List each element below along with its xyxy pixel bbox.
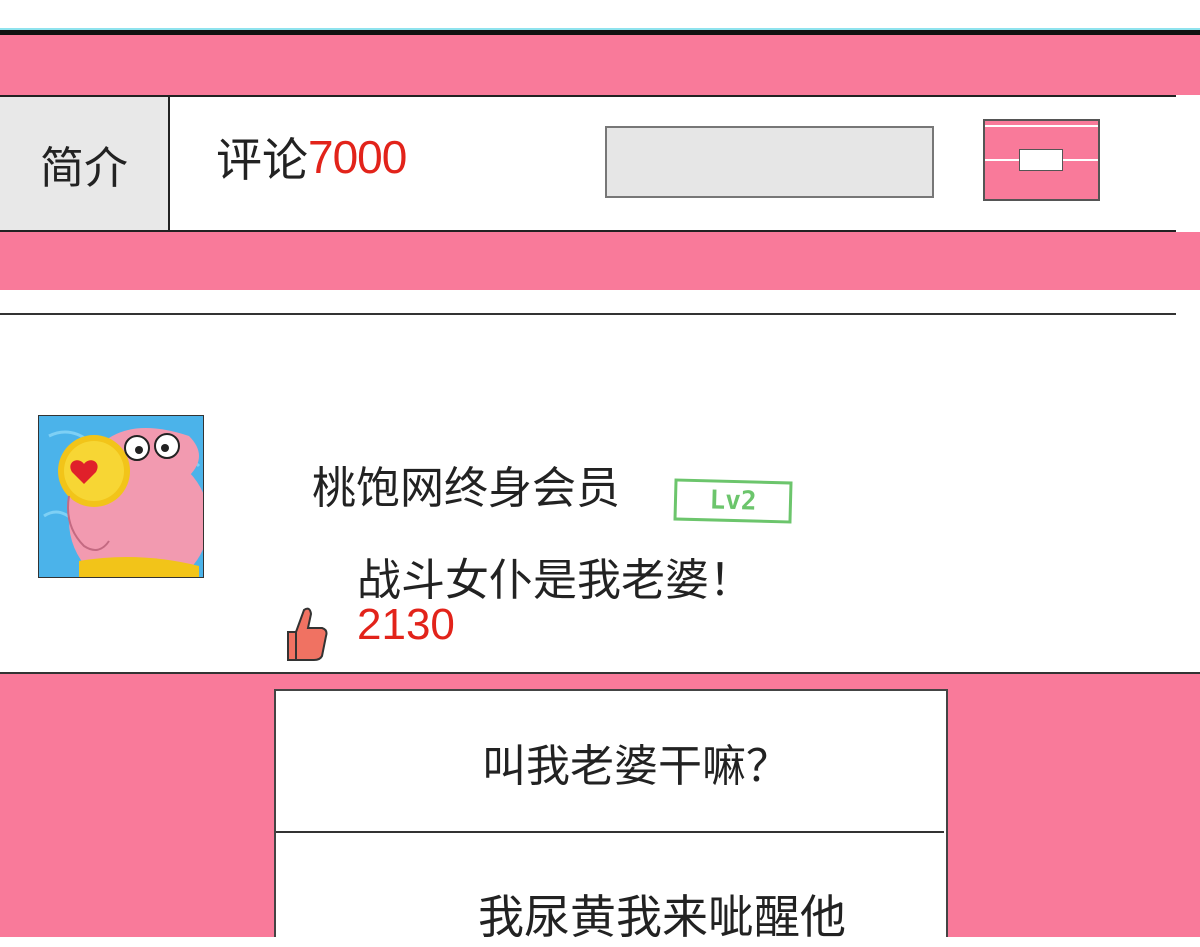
tab-comments-label: 评论 — [216, 133, 308, 187]
avatar[interactable] — [38, 415, 204, 578]
popup-menu: 叫我老婆干嘛？ 我尿黄我来呲醒他 — [274, 689, 948, 944]
sub-band — [0, 232, 1200, 290]
tab-comments[interactable]: 评论 7000 — [216, 127, 407, 187]
toggle-rim — [985, 125, 1098, 127]
tab-intro-label: 简介 — [40, 142, 128, 194]
level-badge: Lv2 — [673, 478, 793, 524]
search-input[interactable] — [605, 126, 934, 198]
divider — [0, 313, 1176, 315]
top-strip — [0, 0, 1200, 30]
menu-item-wake[interactable]: 我尿黄我来呲醒他 — [276, 833, 946, 944]
like-count: 2130 — [357, 600, 455, 649]
comments-count: 7000 — [308, 131, 407, 183]
tab-bar-edge — [1176, 95, 1200, 232]
comment-username[interactable]: 桃饱网终身会员 — [312, 452, 620, 516]
tab-bar: 简介 评论 7000 — [0, 95, 1176, 232]
comment-text: 战斗女仆是我老婆！ — [357, 555, 753, 606]
header-band — [0, 35, 1200, 95]
toggle-switch-icon — [1019, 149, 1063, 171]
avatar-image — [39, 416, 203, 577]
menu-item-reply[interactable]: 叫我老婆干嘛？ — [276, 691, 946, 832]
menu-item-label: 叫我老婆干嘛？ — [482, 740, 790, 792]
menu-item-label: 我尿黄我来呲醒他 — [478, 890, 846, 944]
thumbs-up-icon[interactable] — [284, 604, 330, 662]
toggle-switch-button[interactable] — [983, 119, 1100, 201]
tab-intro[interactable]: 简介 — [0, 97, 170, 230]
